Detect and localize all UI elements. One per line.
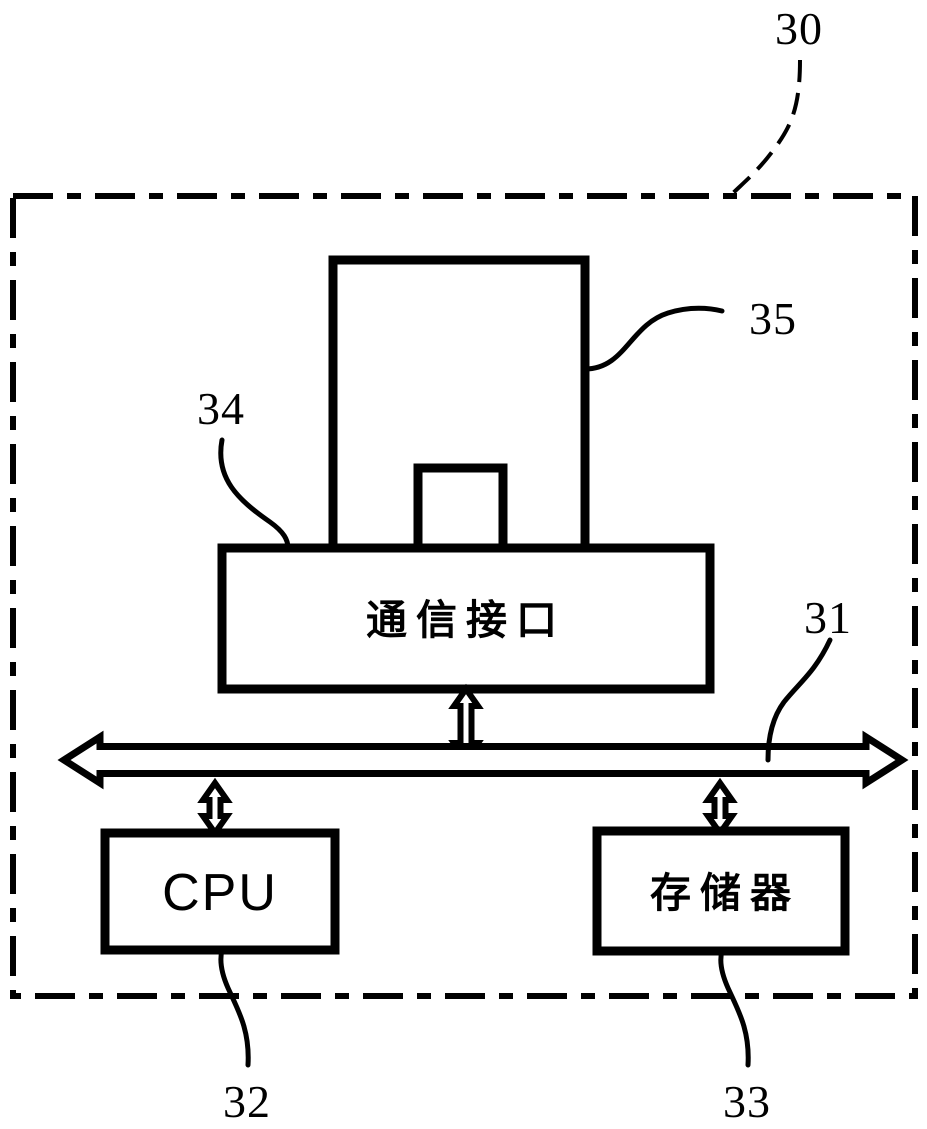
bus-cpu-connector-arrow (197, 777, 233, 839)
memory-label: 存储器 (650, 869, 800, 917)
reference-numeral-32: 32 (223, 1076, 271, 1127)
figure-canvas: 通信接口 CPU 存储器 30 31 32 33 34 35 (10, 3, 918, 1127)
reference-numeral-34: 34 (197, 383, 245, 434)
cpu-label: CPU (162, 864, 278, 922)
leader-line-enclosure (728, 59, 802, 198)
reference-numeral-30: 30 (775, 3, 823, 54)
leader-line-cpu (218, 947, 251, 1068)
antenna-block (328, 255, 590, 553)
system-bus (57, 730, 909, 790)
communication-interface-label: 通信接口 (366, 596, 566, 644)
patent-figure: 通信接口 CPU 存储器 30 31 32 33 34 35 (0, 0, 927, 1129)
leader-line-antenna (582, 305, 725, 372)
leader-line-bus (765, 637, 833, 763)
bus-memory-connector-arrow (702, 777, 738, 839)
reference-numeral-33: 33 (723, 1076, 771, 1127)
leader-line-communication-interface (218, 437, 291, 551)
reference-numeral-35: 35 (749, 293, 797, 344)
leader-line-memory (718, 948, 751, 1068)
reference-numeral-31: 31 (804, 592, 852, 643)
